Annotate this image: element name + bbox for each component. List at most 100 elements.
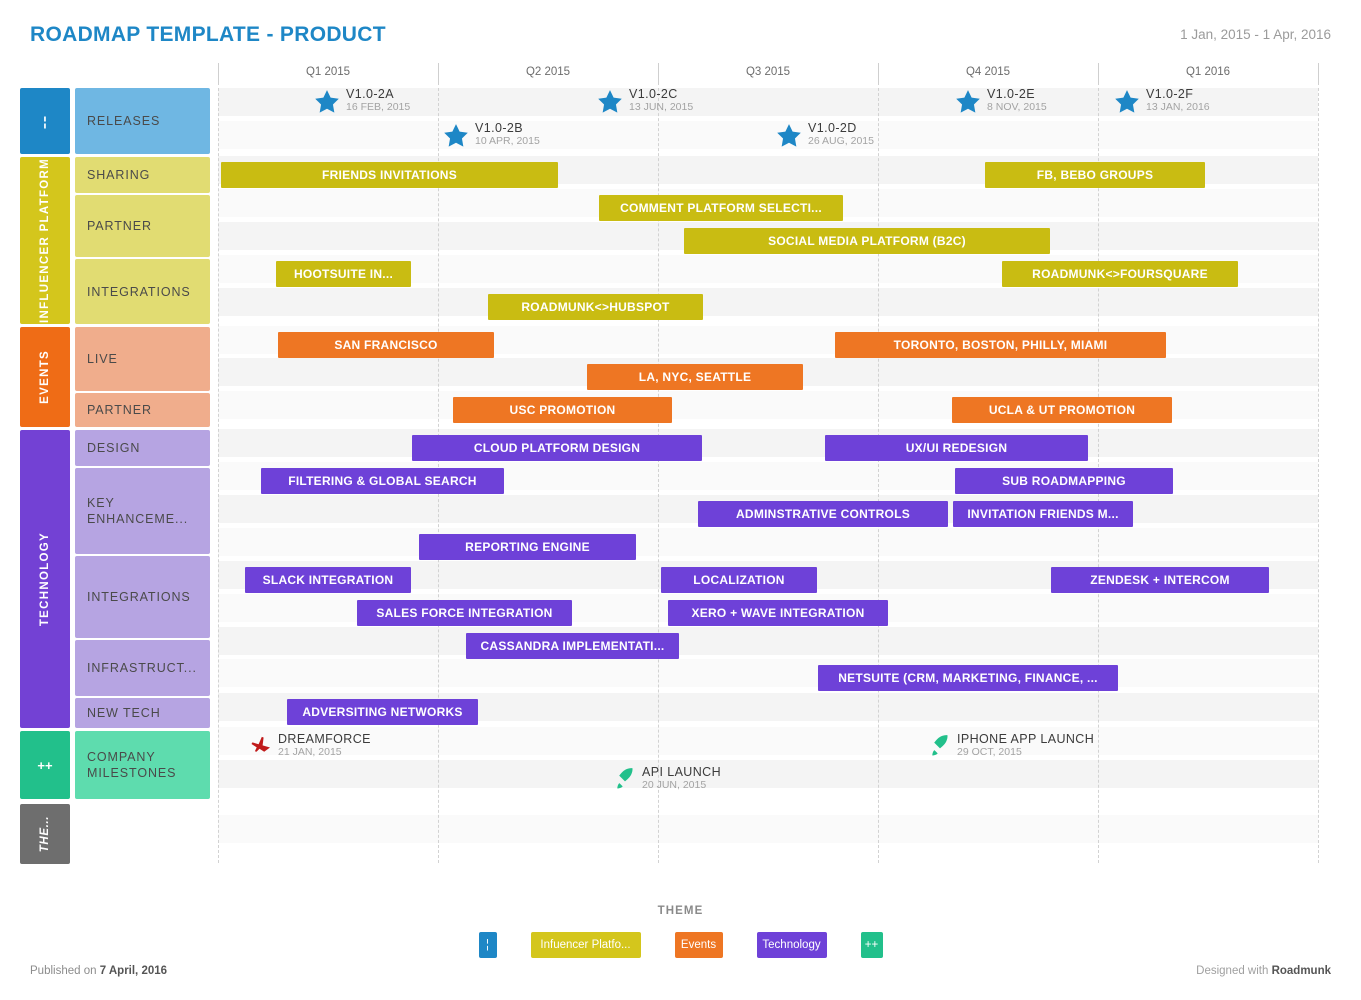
lane-label: SHARING — [87, 168, 151, 182]
legend-technology[interactable]: Technology — [756, 932, 827, 958]
milestone-name: V1.0-2D — [808, 121, 857, 135]
designed-brand: Roadmunk — [1271, 965, 1331, 977]
roadmap-bar[interactable]: SOCIAL MEDIA PLATFORM (B2C) — [684, 228, 1050, 254]
roadmap-bar[interactable]: UX/UI REDESIGN — [825, 435, 1088, 461]
milestone[interactable]: V1.0-2B 10 APR, 2015 — [442, 122, 540, 150]
lane-label: PARTNER — [87, 403, 152, 417]
roadmap-bar[interactable]: TORONTO, BOSTON, PHILLY, MIAMI — [835, 332, 1166, 358]
group-header-milestones[interactable]: ++ — [20, 731, 70, 799]
milestone-name: V1.0-2A — [346, 87, 394, 101]
milestone-label: V1.0-2D 26 AUG, 2015 — [808, 122, 874, 148]
roadmap-bar[interactable]: USC PROMOTION — [453, 397, 672, 423]
roadmap-bar[interactable]: ROADMUNK<>HUBSPOT — [488, 294, 703, 320]
lane-infrastruct[interactable]: INFRASTRUCT... — [75, 640, 210, 696]
roadmap-bar[interactable]: REPORTING ENGINE — [419, 534, 636, 560]
lane-sharing[interactable]: SHARING — [75, 157, 210, 193]
milestone-label: IPHONE APP LAUNCH 29 OCT, 2015 — [957, 733, 1094, 759]
roadmap-bar[interactable]: FRIENDS INVITATIONS — [221, 162, 558, 188]
legend-influencer-platform[interactable]: Infuencer Platfo... — [530, 932, 641, 958]
legend-events[interactable]: Events — [674, 932, 723, 958]
lane-partner[interactable]: PARTNER — [75, 393, 210, 427]
roadmap-bar[interactable]: FB, BEBO GROUPS — [985, 162, 1205, 188]
milestone[interactable]: V1.0-2D 26 AUG, 2015 — [775, 122, 874, 150]
published-footer: Published on 7 April, 2016 — [30, 965, 167, 977]
group-header-releases[interactable]: ¦ — [20, 88, 70, 154]
grid-line — [878, 88, 879, 863]
lane-integrations[interactable]: INTEGRATIONS — [75, 259, 210, 324]
lane-label: INTEGRATIONS — [87, 590, 191, 604]
roadmap-bar[interactable]: NETSUITE (CRM, MARKETING, FINANCE, ... — [818, 665, 1118, 691]
grid-line — [1318, 88, 1319, 863]
lane-company-milestones[interactable]: COMPANY MILESTONES — [75, 731, 210, 799]
rocket-icon — [932, 735, 948, 756]
milestone-date: 16 FEB, 2015 — [346, 101, 411, 113]
roadmap-bar[interactable]: HOOTSUITE IN... — [276, 261, 411, 287]
roadmap-bar[interactable]: CLOUD PLATFORM DESIGN — [412, 435, 702, 461]
milestone-label: V1.0-2E 8 NOV, 2015 — [987, 88, 1047, 114]
roadmap-bar[interactable]: COMMENT PLATFORM SELECTI... — [599, 195, 843, 221]
milestone-label: DREAMFORCE 21 JAN, 2015 — [278, 733, 371, 759]
milestone[interactable]: V1.0-2E 8 NOV, 2015 — [954, 88, 1047, 116]
milestone-date: 13 JUN, 2015 — [629, 101, 694, 113]
published-prefix: Published on — [30, 965, 97, 977]
group-header-theme[interactable]: THE... — [20, 804, 70, 864]
milestone-label: API LAUNCH 20 JUN, 2015 — [642, 766, 721, 792]
quarter-tick — [1318, 63, 1319, 85]
roadmap-bar[interactable]: SUB ROADMAPPING — [955, 468, 1173, 494]
milestone-label: V1.0-2A 16 FEB, 2015 — [346, 88, 410, 114]
legend: ¦ Infuencer Platfo... Events Technology ++ — [0, 932, 1361, 958]
milestone-date: 29 OCT, 2015 — [957, 746, 1022, 758]
lane-design[interactable]: DESIGN — [75, 430, 210, 466]
roadmap-bar[interactable]: ADMINSTRATIVE CONTROLS — [698, 501, 948, 527]
milestone[interactable]: IPHONE APP LAUNCH 29 OCT, 2015 — [928, 733, 1094, 759]
date-range-label: 1 Jan, 2015 - 1 Apr, 2016 — [1180, 27, 1331, 42]
lane-label: NEW TECH — [87, 706, 161, 720]
quarter-label-2: Q2 2015 — [525, 66, 571, 78]
milestone-date: 26 AUG, 2015 — [808, 135, 874, 147]
roadmap-bar[interactable]: CASSANDRA IMPLEMENTATI... — [466, 633, 679, 659]
lane-integrations[interactable]: INTEGRATIONS — [75, 556, 210, 638]
group-glyph-milestones: ++ — [37, 757, 53, 773]
group-header-events[interactable]: EVENTS — [20, 327, 70, 427]
milestone-name: V1.0-2E — [987, 87, 1035, 101]
roadmap-page: ROADMAP TEMPLATE - PRODUCT 1 Jan, 2015 -… — [0, 0, 1361, 1000]
quarter-label-1: Q1 2015 — [305, 66, 351, 78]
lane-releases[interactable]: RELEASES — [75, 88, 210, 154]
roadmap-bar[interactable]: LA, NYC, SEATTLE — [587, 364, 803, 390]
milestone-label: V1.0-2C 13 JUN, 2015 — [629, 88, 693, 114]
roadmap-bar[interactable]: XERO + WAVE INTEGRATION — [668, 600, 888, 626]
quarter-label-4: Q4 2015 — [965, 66, 1011, 78]
roadmap-bar[interactable]: SLACK INTEGRATION — [245, 567, 411, 593]
plane-icon — [251, 736, 270, 752]
designed-footer: Designed with Roadmunk — [1196, 965, 1331, 977]
roadmap-bar[interactable]: FILTERING & GLOBAL SEARCH — [261, 468, 504, 494]
star-icon — [1115, 90, 1139, 113]
lane-live[interactable]: LIVE — [75, 327, 210, 391]
group-header-technology[interactable]: TECHNOLOGY — [20, 430, 70, 728]
milestone[interactable]: API LAUNCH 20 JUN, 2015 — [613, 766, 721, 792]
roadmap-bar[interactable]: SALES FORCE INTEGRATION — [357, 600, 572, 626]
lane-key-enhanceme[interactable]: KEY ENHANCEME... — [75, 468, 210, 554]
lane-new-tech[interactable]: NEW TECH — [75, 698, 210, 728]
roadmap-bar[interactable]: ZENDESK + INTERCOM — [1051, 567, 1269, 593]
page-title: ROADMAP TEMPLATE - PRODUCT — [30, 23, 386, 46]
group-header-influencer[interactable]: INFLUENCER PLATFORM — [20, 157, 70, 324]
roadmap-bar[interactable]: LOCALIZATION — [661, 567, 817, 593]
legend-company-milestones[interactable]: ++ — [860, 932, 883, 958]
star-icon — [598, 90, 622, 113]
roadmap-bar[interactable]: SAN FRANCISCO — [278, 332, 494, 358]
legend-releases[interactable]: ¦ — [478, 932, 497, 958]
published-date: 7 April, 2016 — [99, 965, 168, 977]
milestone[interactable]: V1.0-2F 13 JAN, 2016 — [1113, 88, 1210, 116]
milestone[interactable]: V1.0-2A 16 FEB, 2015 — [313, 88, 410, 116]
lane-label: LIVE — [87, 352, 118, 366]
milestone[interactable]: DREAMFORCE 21 JAN, 2015 — [249, 733, 371, 759]
lane-label: INFRASTRUCT... — [87, 661, 197, 675]
milestone[interactable]: V1.0-2C 13 JUN, 2015 — [596, 88, 693, 116]
lane-partner[interactable]: PARTNER — [75, 195, 210, 257]
roadmap-bar[interactable]: UCLA & UT PROMOTION — [952, 397, 1172, 423]
milestone-name: V1.0-2F — [1146, 87, 1194, 101]
roadmap-bar[interactable]: INVITATION FRIENDS M... — [953, 501, 1133, 527]
roadmap-bar[interactable]: ROADMUNK<>FOURSQUARE — [1002, 261, 1238, 287]
roadmap-bar[interactable]: ADVERSITING NETWORKS — [287, 699, 478, 725]
